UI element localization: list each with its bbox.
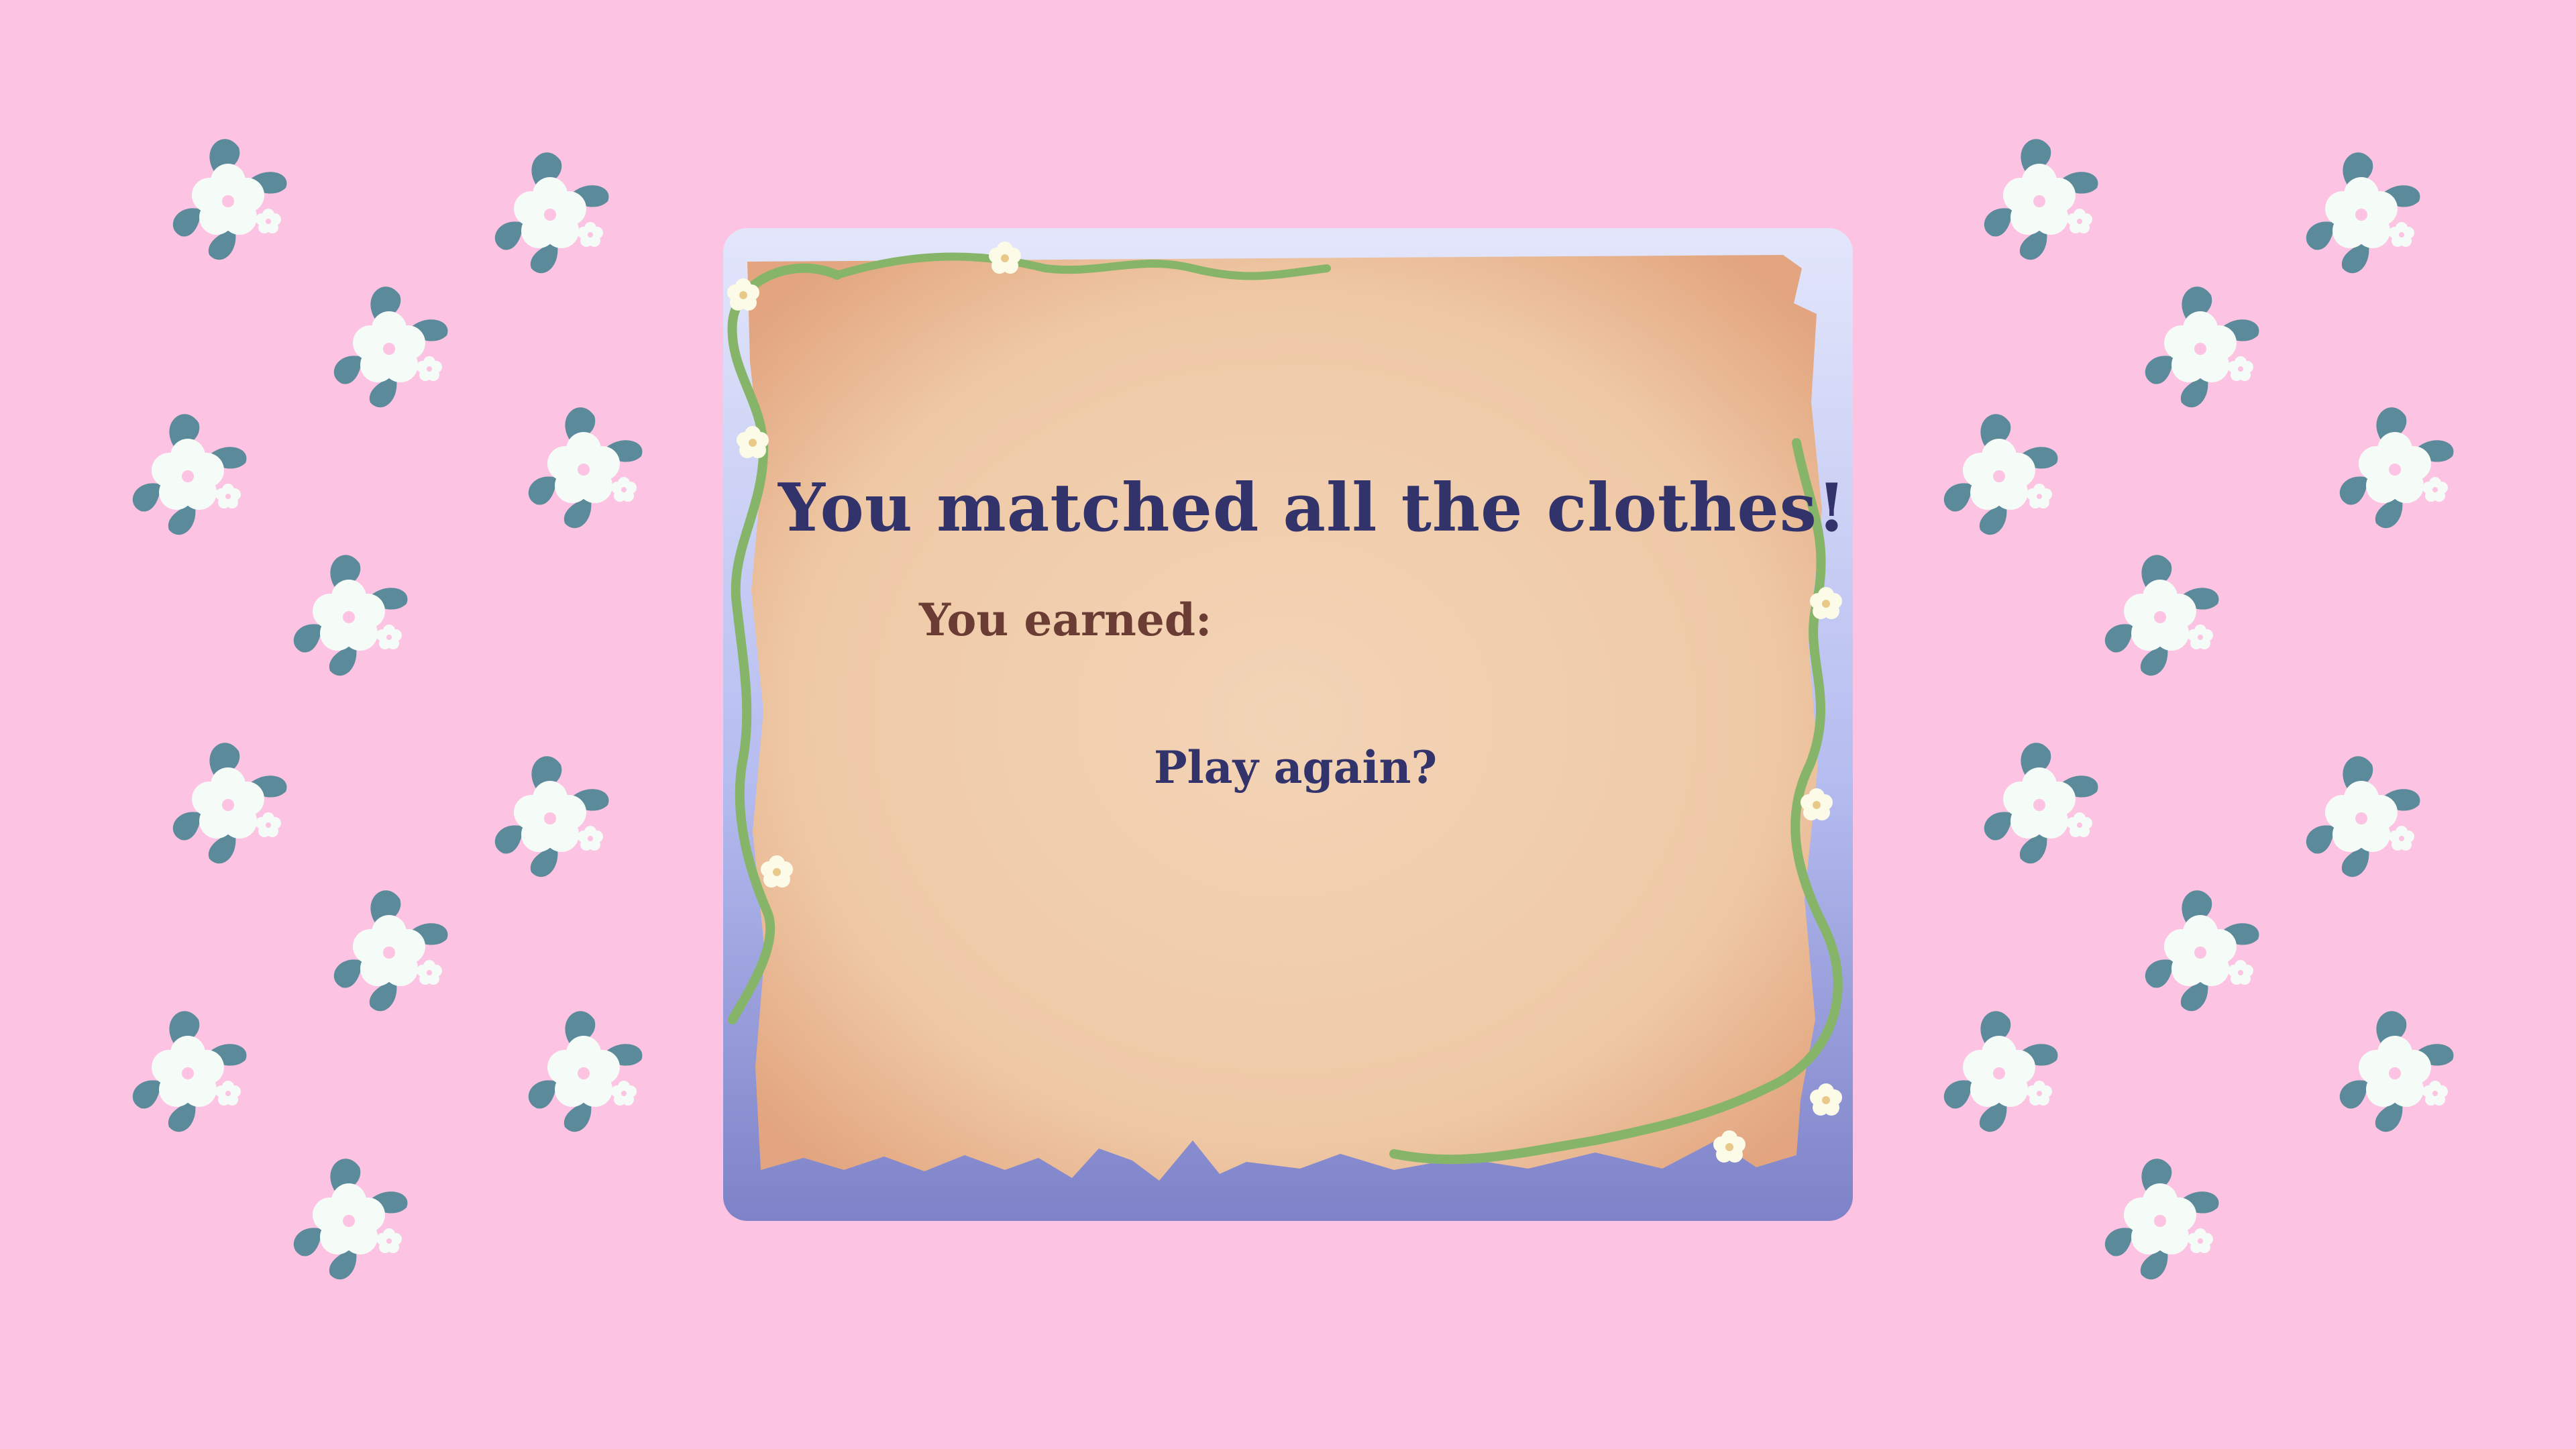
parchment-scroll: [723, 228, 1853, 1221]
white-flower-icon: [1943, 414, 2058, 535]
result-title: You matched all the clothes!: [778, 470, 1847, 547]
white-flower-icon: [2145, 286, 2259, 408]
white-flower-icon: [293, 1159, 408, 1280]
white-flower-icon: [528, 1011, 643, 1132]
white-flower-icon: [172, 743, 287, 864]
white-flower-icon: [2104, 555, 2219, 676]
white-flower-icon: [2306, 152, 2420, 274]
flower-pattern-left: [132, 139, 643, 1280]
white-flower-icon: [494, 756, 609, 877]
white-flower-icon: [1943, 1011, 2058, 1132]
flower-pattern-right: [1943, 139, 2454, 1280]
parchment-paper: [747, 255, 1822, 1181]
white-flower-icon: [2145, 890, 2259, 1012]
white-flower-icon: [293, 555, 408, 676]
white-flower-icon: [528, 407, 643, 529]
white-flower-icon: [494, 152, 609, 274]
white-flower-icon: [2339, 407, 2454, 529]
white-flower-icon: [1984, 743, 2098, 864]
white-flower-icon: [333, 890, 448, 1012]
white-flower-icon: [132, 1011, 247, 1132]
white-flower-icon: [2104, 1159, 2219, 1280]
play-again-button[interactable]: Play again?: [1154, 741, 1437, 794]
white-flower-icon: [172, 139, 287, 260]
white-flower-icon: [2306, 756, 2420, 877]
white-flower-icon: [333, 286, 448, 408]
white-flower-icon: [1984, 139, 2098, 260]
results-panel: [723, 228, 1853, 1221]
white-flower-icon: [2339, 1011, 2454, 1132]
white-flower-icon: [132, 414, 247, 535]
earned-label: You earned:: [919, 594, 1212, 646]
game-end-screen: You matched all the clothes! You earned:…: [0, 0, 2576, 1449]
